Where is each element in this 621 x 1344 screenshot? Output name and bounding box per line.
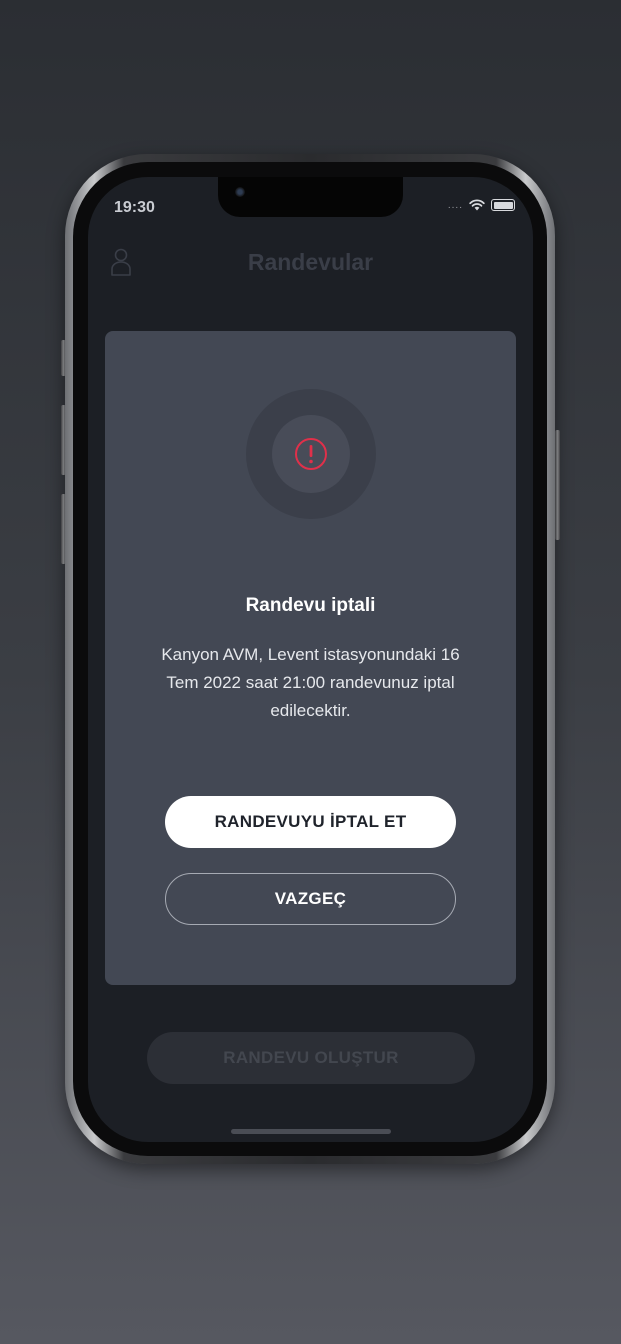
front-camera: [235, 187, 245, 197]
wifi-icon: [469, 199, 485, 211]
dialog-message: Kanyon AVM, Levent istasyonundaki 16 Tem…: [161, 645, 460, 720]
alert-badge-inner: [272, 415, 350, 493]
status-time: 19:30: [114, 199, 155, 216]
confirm-cancel-button[interactable]: RANDEVUYU İPTAL ET: [165, 796, 456, 848]
signal-icon: ....: [447, 199, 463, 211]
cancel-appointment-dialog: Randevu iptali Kanyon AVM, Levent istasy…: [105, 331, 516, 985]
dialog-title: Randevu iptali: [245, 595, 376, 616]
dismiss-button[interactable]: VAZGEÇ: [165, 873, 456, 925]
app-header: Randevular: [88, 241, 533, 285]
page-title: Randevular: [247, 249, 374, 275]
notch: [218, 177, 403, 217]
home-indicator[interactable]: [231, 1129, 391, 1134]
power-button: [555, 430, 560, 540]
status-icons: ....: [448, 199, 515, 211]
create-appointment-button[interactable]: RANDEVU OLUŞTUR: [147, 1032, 475, 1084]
battery-icon: [491, 199, 515, 211]
alert-circle-icon: [295, 438, 327, 470]
alert-badge: [246, 389, 376, 519]
